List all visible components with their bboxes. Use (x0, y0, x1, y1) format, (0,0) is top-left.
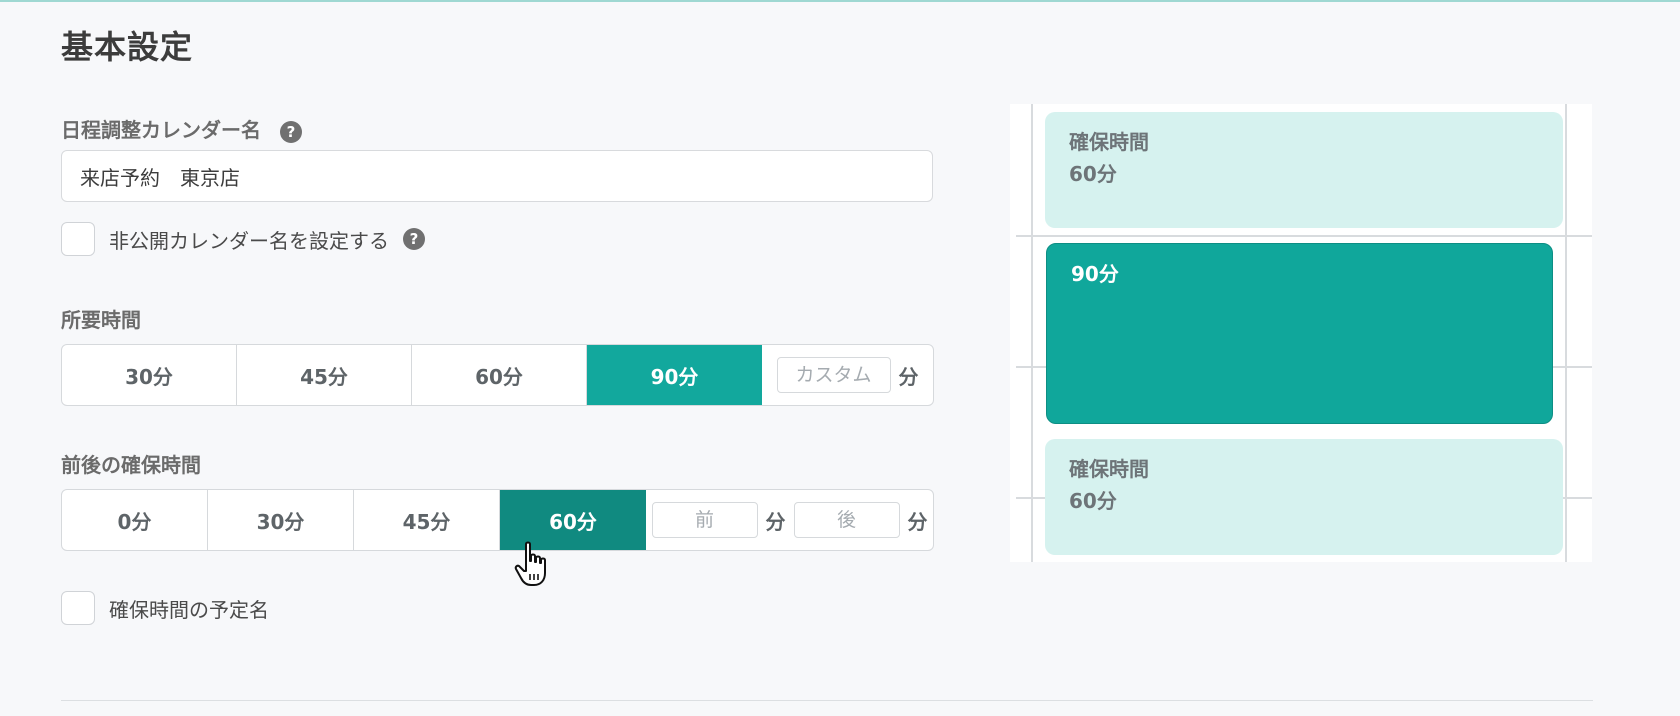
duration-option-30[interactable]: 30分 (62, 345, 237, 405)
top-divider (0, 0, 1680, 2)
calendar-name-label: 日程調整カレンダー名 (61, 118, 261, 142)
preview-buffer-value: 60分 (1069, 489, 1117, 513)
help-icon[interactable]: ? (279, 120, 302, 143)
preview-buffer-title: 確保時間 (1069, 130, 1149, 154)
buffer-event-name-label[interactable]: 確保時間の予定名 (109, 594, 269, 623)
duration-selector: 30分 45分 60分 90分 分 (61, 344, 934, 406)
preview-buffer-value: 60分 (1069, 162, 1117, 186)
duration-option-45[interactable]: 45分 (237, 345, 412, 405)
buffer-label: 前後の確保時間 (61, 453, 201, 477)
calendar-name-input[interactable] (61, 150, 933, 202)
buffer-before-input[interactable] (651, 502, 758, 538)
buffer-event-name-checkbox[interactable] (61, 591, 95, 625)
preview-main-value: 90分 (1071, 262, 1119, 286)
private-name-checkbox[interactable] (61, 222, 95, 256)
buffer-option-0[interactable]: 0分 (62, 490, 208, 550)
preview-main-event: 90分 (1046, 243, 1553, 424)
preview-buffer-title: 確保時間 (1069, 457, 1149, 481)
preview-grid-line (1565, 104, 1567, 562)
help-icon[interactable]: ? (403, 228, 425, 250)
preview-buffer-after: 確保時間 60分 (1045, 439, 1563, 555)
duration-label: 所要時間 (61, 308, 141, 332)
private-name-label[interactable]: 非公開カレンダー名を設定する (109, 225, 389, 254)
preview-grid-line (1016, 235, 1592, 237)
schedule-preview: 確保時間 60分 90分 確保時間 60分 (1010, 104, 1592, 562)
buffer-after-input[interactable] (793, 502, 900, 538)
buffer-custom-group: 分 分 (646, 490, 933, 550)
duration-option-90[interactable]: 90分 (587, 345, 762, 405)
buffer-before-unit: 分 (765, 509, 786, 534)
calendar-name-label-row: 日程調整カレンダー名 ? (61, 114, 302, 143)
buffer-after-unit: 分 (907, 509, 928, 534)
preview-buffer-before: 確保時間 60分 (1045, 112, 1563, 228)
duration-custom-input[interactable] (776, 357, 891, 393)
preview-grid-line (1031, 104, 1033, 562)
buffer-event-name-row: 確保時間の予定名 (61, 591, 269, 625)
section-title: 基本設定 (61, 28, 194, 66)
hand-cursor-icon (514, 541, 546, 586)
duration-custom-group: 分 (762, 345, 933, 405)
bottom-divider (61, 700, 1593, 701)
buffer-option-30[interactable]: 30分 (208, 490, 354, 550)
duration-unit: 分 (898, 364, 919, 389)
buffer-selector: 0分 30分 45分 60分 分 分 (61, 489, 934, 551)
private-name-row: 非公開カレンダー名を設定する ? (61, 222, 425, 256)
duration-option-60[interactable]: 60分 (412, 345, 587, 405)
buffer-option-45[interactable]: 45分 (354, 490, 500, 550)
